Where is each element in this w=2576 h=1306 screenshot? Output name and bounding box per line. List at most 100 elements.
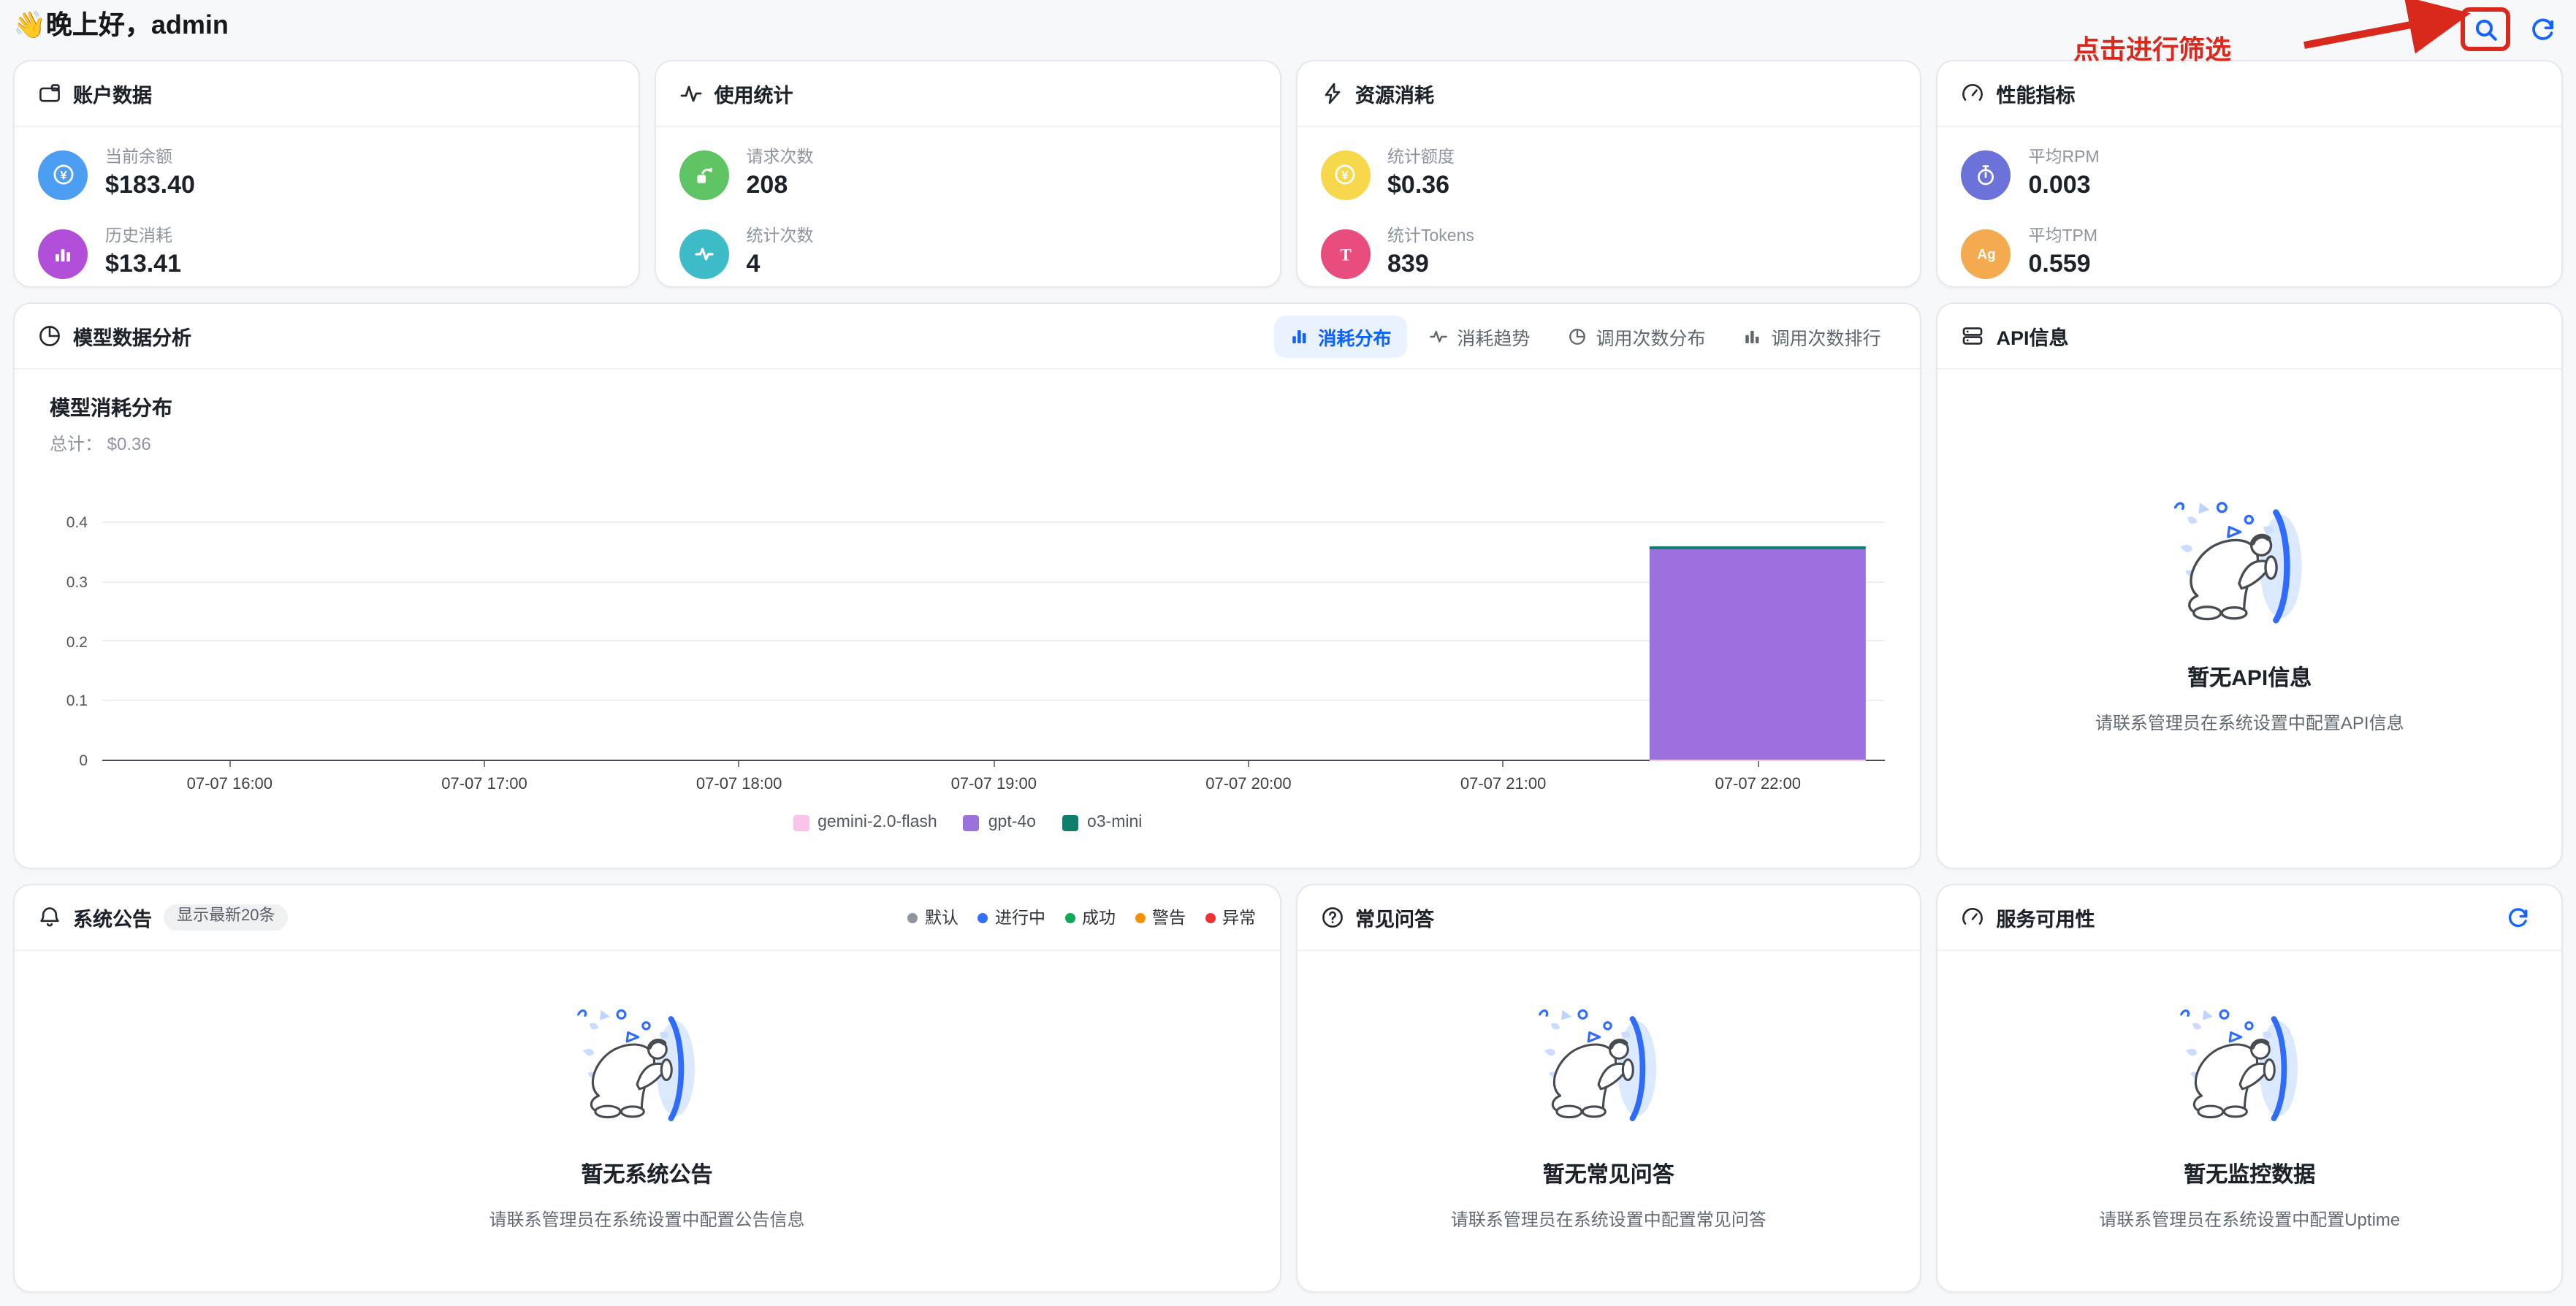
card-header: 账户数据 bbox=[15, 61, 639, 127]
pie-icon bbox=[1568, 326, 1587, 345]
legend-swatch bbox=[793, 814, 809, 830]
stat-item: 请求次数 208 bbox=[679, 148, 1257, 202]
card-title: 常见问答 bbox=[1355, 903, 1434, 932]
y-axis: 00.10.20.30.4 bbox=[50, 523, 102, 761]
status-legend: 默认 进行中 成功 警告 异常 bbox=[907, 906, 1256, 929]
stat-value: 839 bbox=[1387, 248, 1474, 280]
tab-consumption-distribution[interactable]: 消耗分布 bbox=[1274, 315, 1407, 357]
legend-item-in-progress: 进行中 bbox=[978, 906, 1045, 929]
help-circle-icon bbox=[1320, 906, 1344, 929]
topbar-actions bbox=[2461, 7, 2563, 51]
stat-value: 0.003 bbox=[2029, 169, 2100, 202]
refresh-button[interactable] bbox=[2522, 12, 2563, 47]
tab-label: 调用次数分布 bbox=[1596, 322, 1705, 350]
legend-item: gemini-2.0-flash bbox=[793, 814, 937, 831]
legend-swatch bbox=[964, 814, 980, 830]
status-dot bbox=[978, 912, 988, 923]
stat-label: 当前余额 bbox=[105, 148, 195, 169]
gridline bbox=[102, 522, 1886, 523]
empty-state: 暂无常见问答 请联系管理员在系统设置中配置常见问答 bbox=[1297, 951, 1921, 1291]
empty-state: 暂无系统公告 请联系管理员在系统设置中配置公告信息 bbox=[15, 951, 1279, 1291]
stat-item: 平均RPM 0.003 bbox=[1962, 148, 2539, 202]
tab-call-count-distribution[interactable]: 调用次数分布 bbox=[1552, 315, 1721, 357]
legend-item-success: 成功 bbox=[1064, 906, 1116, 929]
status-dot bbox=[1205, 912, 1215, 923]
model-analysis-card: 模型数据分析 消耗分布 消耗趋势 调用次数分布 bbox=[13, 302, 1922, 869]
chart-title: 模型消耗分布 bbox=[50, 393, 1886, 422]
empty-title: 暂无API信息 bbox=[2187, 661, 2312, 692]
stat-value: 0.559 bbox=[2029, 248, 2098, 280]
resource-consumption-card: 资源消耗 ¥ 统计额度 $0.36 T 统计 bbox=[1295, 60, 1922, 288]
x-axis-label: 07-07 18:00 bbox=[611, 776, 866, 793]
request-count-icon bbox=[679, 150, 729, 199]
card-title: 资源消耗 bbox=[1355, 79, 1434, 108]
card-title: 使用统计 bbox=[715, 79, 793, 108]
card-title: 模型数据分析 bbox=[73, 321, 191, 351]
search-button[interactable] bbox=[2465, 12, 2506, 47]
card-body: 请求次数 208 统计次数 4 bbox=[656, 127, 1280, 288]
api-info-card: API信息 暂无API信息 请联系管理员在系统设置中配置API信息 bbox=[1937, 302, 2564, 869]
balance-icon: ¥ bbox=[38, 150, 88, 199]
stat-item: ¥ 当前余额 $183.40 bbox=[38, 148, 615, 202]
empty-title: 暂无常见问答 bbox=[1543, 1158, 1674, 1188]
tokens-icon: T bbox=[1320, 229, 1370, 278]
stat-label: 统计额度 bbox=[1387, 148, 1455, 169]
topbar: 👋晚上好，admin 点击进行筛选 bbox=[0, 0, 2576, 57]
stat-item: 统计次数 4 bbox=[679, 226, 1257, 280]
stat-label: 请求次数 bbox=[747, 148, 814, 169]
status-dot bbox=[1135, 912, 1145, 923]
x-axis-tick bbox=[1248, 761, 1249, 767]
stat-item: T 统计Tokens 839 bbox=[1320, 226, 1897, 280]
bar-segment bbox=[1650, 759, 1866, 760]
stat-value: $13.41 bbox=[105, 248, 181, 280]
empty-description: 请联系管理员在系统设置中配置Uptime bbox=[2099, 1206, 2400, 1231]
gauge-icon bbox=[1962, 906, 1985, 929]
empty-state: 暂无API信息 请联系管理员在系统设置中配置API信息 bbox=[1938, 370, 2562, 868]
pie-chart-icon bbox=[38, 324, 61, 348]
svg-text:T: T bbox=[1339, 245, 1350, 263]
x-axis-label: 07-07 16:00 bbox=[102, 776, 357, 793]
x-axis-tick bbox=[484, 761, 485, 767]
refresh-icon bbox=[2507, 906, 2529, 928]
card-header: 使用统计 bbox=[656, 61, 1280, 127]
svg-text:¥: ¥ bbox=[59, 168, 66, 182]
x-axis-tick bbox=[229, 761, 230, 767]
uptime-refresh-button[interactable] bbox=[2497, 900, 2538, 935]
stat-value: $183.40 bbox=[105, 169, 195, 202]
dashboard-page: 👋晚上好，admin 点击进行筛选 bbox=[0, 0, 2576, 1306]
card-header: 模型数据分析 消耗分布 消耗趋势 调用次数分布 bbox=[15, 304, 1921, 370]
empty-title: 暂无系统公告 bbox=[581, 1158, 712, 1188]
card-header: API信息 bbox=[1938, 304, 2562, 370]
x-axis-label: 07-07 19:00 bbox=[866, 776, 1121, 793]
card-title: 服务可用性 bbox=[1997, 903, 2095, 932]
y-axis-label: 0.1 bbox=[66, 693, 88, 711]
performance-metrics-card: 性能指标 平均RPM 0.003 Ag 平 bbox=[1937, 60, 2564, 288]
empty-description: 请联系管理员在系统设置中配置API信息 bbox=[2095, 709, 2404, 734]
gridline bbox=[102, 640, 1886, 641]
card-body: ¥ 统计额度 $0.36 T 统计Tokens 839 bbox=[1297, 127, 1921, 288]
card-header: 常见问答 bbox=[1297, 885, 1921, 951]
stat-item: 历史消耗 $13.41 bbox=[38, 226, 615, 280]
empty-description: 请联系管理员在系统设置中配置常见问答 bbox=[1451, 1206, 1767, 1231]
account-data-card: 账户数据 ¥ 当前余额 $183.40 历 bbox=[13, 60, 640, 288]
stat-value: $0.36 bbox=[1387, 169, 1455, 202]
card-title: 性能指标 bbox=[1997, 79, 2076, 108]
svg-text:Ag: Ag bbox=[1977, 248, 1995, 263]
quota-icon: ¥ bbox=[1320, 150, 1370, 199]
stat-label: 平均TPM bbox=[2029, 226, 2098, 248]
x-axis: 07-07 16:0007-07 17:0007-07 18:0007-07 1… bbox=[102, 761, 1886, 793]
tab-call-count-ranking[interactable]: 调用次数排行 bbox=[1727, 315, 1897, 357]
chart-legend: gemini-2.0-flashgpt-4oo3-mini bbox=[50, 814, 1886, 831]
tab-label: 消耗分布 bbox=[1318, 322, 1391, 350]
announcement-count-badge: 显示最新20条 bbox=[164, 904, 289, 931]
empty-illustration bbox=[2165, 997, 2334, 1134]
svg-text:¥: ¥ bbox=[1341, 168, 1349, 182]
y-axis-label: 0.3 bbox=[66, 574, 88, 592]
tab-label: 调用次数排行 bbox=[1771, 322, 1880, 350]
bar-group bbox=[1650, 546, 1866, 760]
legend-item-default: 默认 bbox=[907, 906, 959, 929]
tab-consumption-trend[interactable]: 消耗趋势 bbox=[1413, 315, 1546, 357]
empty-title: 暂无监控数据 bbox=[2184, 1158, 2315, 1188]
tpm-icon: Ag bbox=[1962, 229, 2011, 278]
card-header: 服务可用性 bbox=[1938, 885, 2562, 951]
